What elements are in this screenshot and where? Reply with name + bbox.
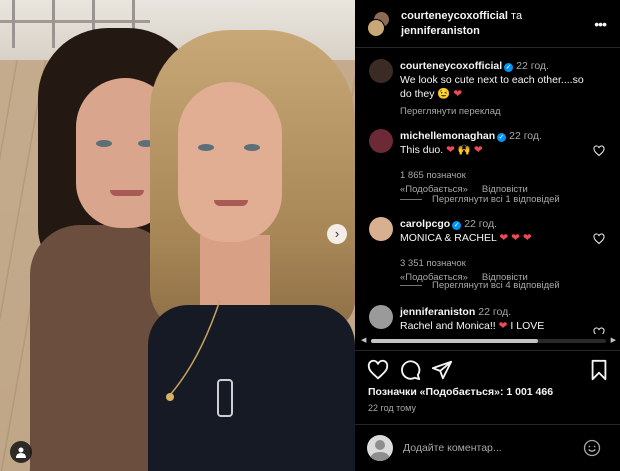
necklace (166, 300, 233, 417)
comment-username[interactable]: jenniferaniston (400, 306, 475, 318)
comment-username[interactable]: carolpcgo (400, 218, 450, 230)
user-tag-icon[interactable] (10, 441, 32, 463)
likes-count[interactable]: Позначки «Подобається»: 1 001 466 (368, 386, 553, 398)
comment-emoji: ❤ (498, 320, 508, 332)
heart-emoji: ❤ (453, 88, 463, 100)
comment-icon[interactable] (399, 359, 421, 381)
post-time[interactable]: 22 год тому (368, 403, 416, 413)
comment-text: MONICA & RACHEL (400, 232, 497, 244)
comment-text: This duo. (400, 144, 444, 156)
caption-emoji: 😉 (437, 88, 451, 100)
verified-icon: ✓ (497, 133, 507, 142)
author-link[interactable]: courteneycoxofficial (401, 10, 508, 22)
comment-time: 22 год. (464, 218, 498, 230)
scrollbar-thumb[interactable] (371, 339, 538, 343)
scroll-right-icon[interactable]: ▶ (611, 336, 616, 346)
comment-composer (355, 424, 620, 471)
caption-text: We look so cute next to each other....so… (400, 74, 584, 100)
comment-time: 22 год. (516, 60, 549, 72)
heart-icon[interactable] (367, 359, 389, 381)
verified-icon: ✓ (504, 63, 514, 72)
author-avatars[interactable] (367, 11, 391, 37)
comment-emoji: ❤ ❤ ❤ (499, 232, 532, 244)
comment-emoji: ❤ 🙌 ❤ (446, 144, 483, 156)
comments-list[interactable]: courteneycoxofficial ✓ 22 год. We look so … (355, 49, 620, 334)
post-side-panel: courteneycoxofficial та jenniferaniston … (355, 0, 620, 471)
post-header: courteneycoxofficial та jenniferaniston … (355, 0, 620, 48)
view-replies-link[interactable]: Переглянути всі 4 відповідей (400, 280, 560, 291)
comment-likes[interactable]: 1 865 позначок «Подобається» (400, 170, 468, 195)
more-icon[interactable]: ••• (594, 16, 607, 32)
bookmark-icon[interactable] (588, 359, 610, 381)
avatar[interactable] (369, 59, 393, 83)
comment-username[interactable]: michellemonaghan (400, 130, 495, 142)
emoji-icon[interactable] (583, 439, 601, 457)
translate-link[interactable]: Переглянути переклад (400, 106, 501, 117)
author-link[interactable]: jenniferaniston (401, 25, 480, 37)
avatar (367, 435, 393, 461)
like-comment-icon[interactable] (593, 145, 605, 157)
comment-time: 22 год. (478, 306, 512, 318)
scroll-left-icon[interactable]: ◀ (361, 336, 366, 346)
post-photo[interactable]: › (0, 0, 355, 471)
avatar[interactable] (369, 129, 393, 153)
comment-time: 22 год. (509, 130, 542, 142)
like-comment-icon[interactable] (593, 327, 605, 334)
and-word: та (511, 10, 523, 22)
person-right-face (178, 82, 282, 242)
comment-input[interactable] (403, 438, 573, 458)
comment-text: Rachel and Monica!! (400, 320, 496, 332)
like-comment-icon[interactable] (593, 233, 605, 245)
action-bar (355, 350, 620, 386)
verified-icon: ✓ (452, 221, 462, 230)
comments-scrollbar[interactable]: ◀ ▶ (361, 336, 616, 346)
avatar[interactable] (369, 305, 393, 329)
comment-text-tail: I LOVE (510, 320, 545, 332)
avatar[interactable] (369, 217, 393, 241)
comment-username[interactable]: courteneycoxofficial (400, 60, 502, 72)
post-authors: courteneycoxofficial та jenniferaniston (401, 9, 522, 39)
next-arrow-icon[interactable]: › (327, 224, 347, 244)
share-icon[interactable] (431, 359, 453, 381)
person-right-neck (200, 235, 270, 305)
view-replies-link[interactable]: Переглянути всі 1 відповідей (400, 194, 560, 205)
